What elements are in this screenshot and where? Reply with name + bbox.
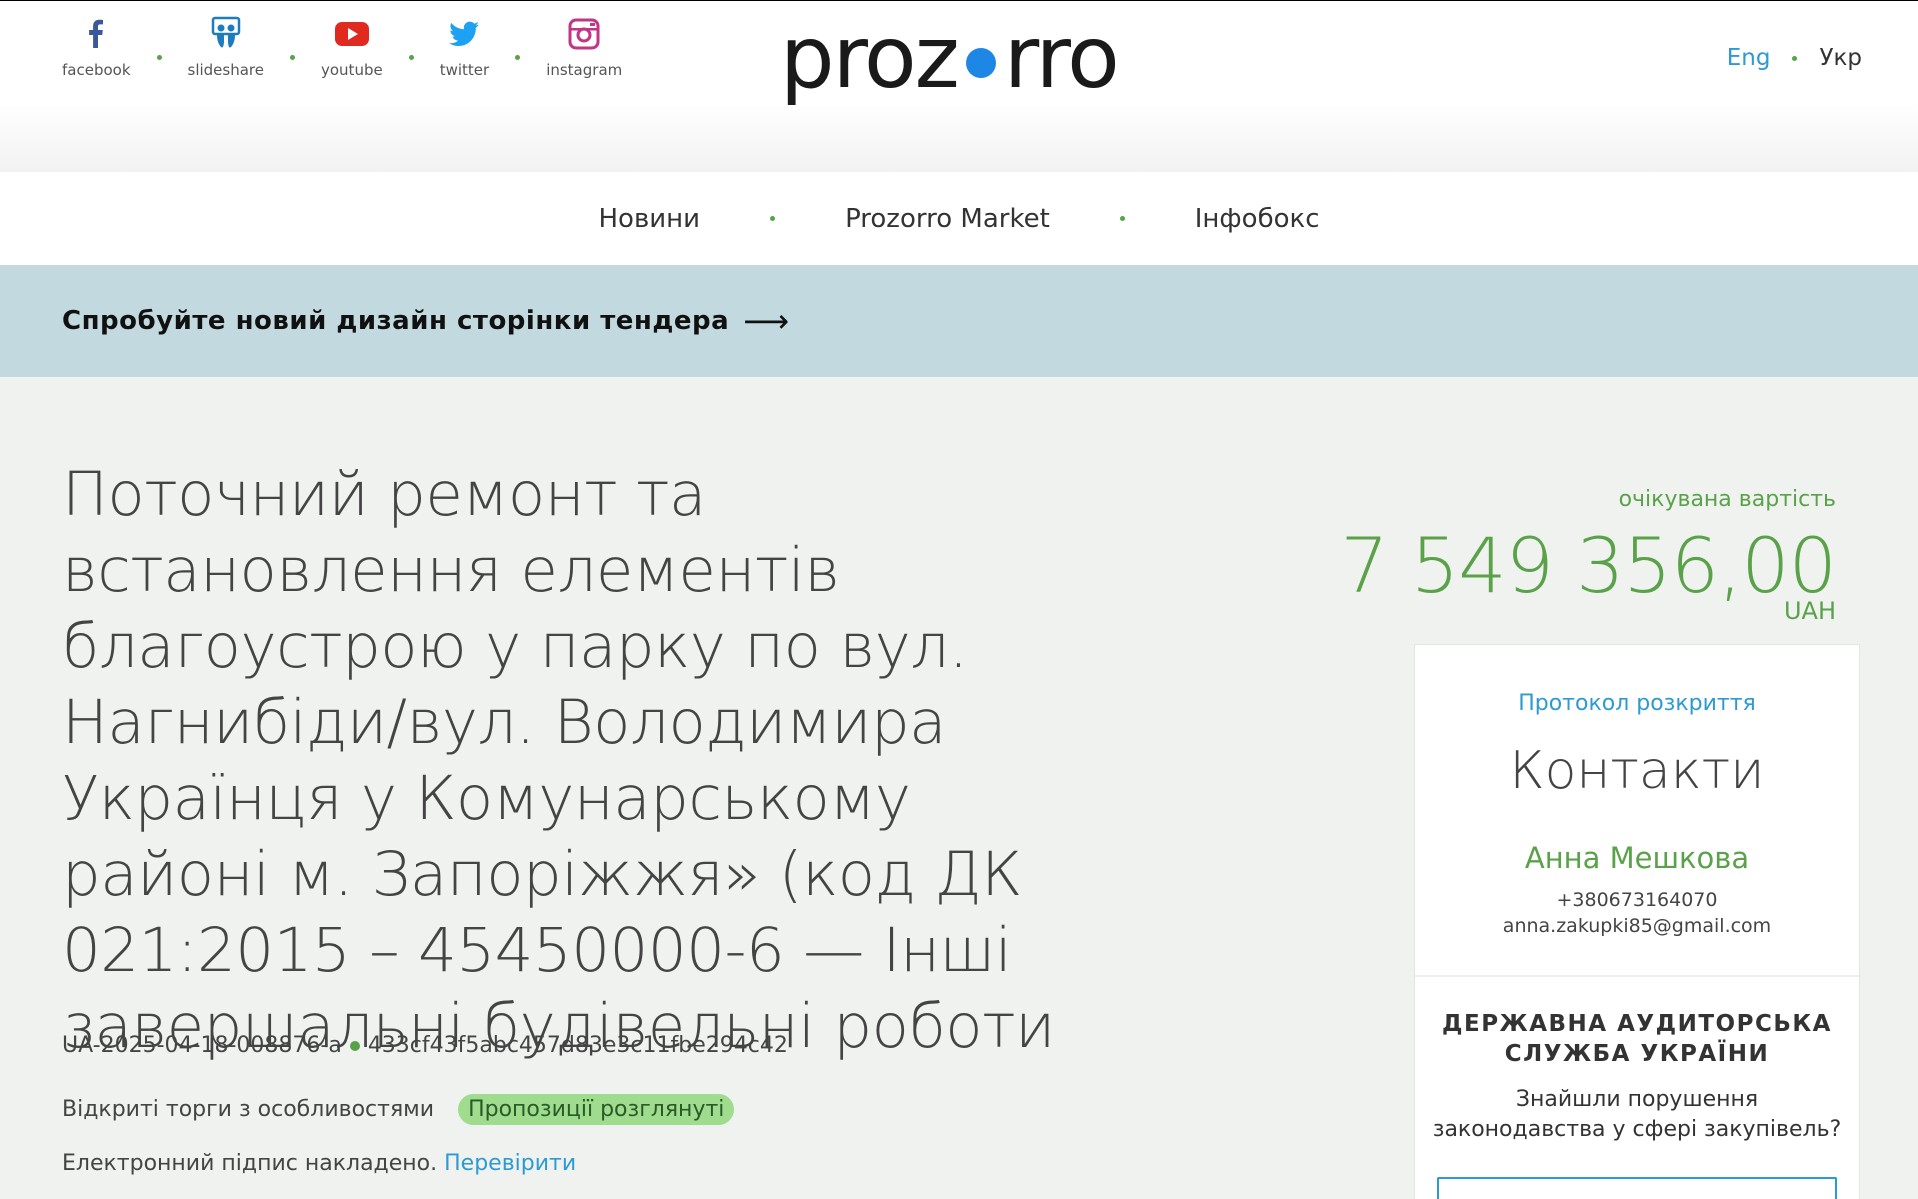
report-violation-button[interactable] [1437,1177,1837,1199]
social-slideshare-link[interactable]: slideshare [188,15,264,79]
slideshare-icon [211,16,240,48]
top-header: facebook slideshare youtube twitter inst… [0,1,1918,172]
separator-dot [770,216,776,221]
audit-title-line: СЛУЖБА УКРАЇНИ [1504,1041,1770,1067]
status-badge: Пропозиції розглянуті [458,1094,735,1125]
arrow-right-icon: ⟶ [743,302,790,340]
nav-item-market[interactable]: Prozorro Market [845,204,1050,234]
separator-dot [515,55,521,60]
separator-dot [408,55,414,60]
social-twitter-link[interactable]: twitter [440,15,489,79]
expected-value-amount: 7 549 356,00 [1340,521,1837,610]
procedure-type: Відкриті торги з особливостями [62,1097,435,1122]
audit-text-line: законодавства у сфері закупівель? [1432,1117,1842,1142]
separator-dot [1792,55,1798,61]
instagram-icon [568,18,600,50]
social-label: facebook [62,61,131,79]
expected-value-currency: UAH [1783,597,1836,625]
social-instagram-link[interactable]: instagram [546,15,622,79]
social-links: facebook slideshare youtube twitter inst… [62,15,622,79]
contact-phone: +380673164070 [1556,889,1718,911]
tender-hash: 433cf43f5abc457d83e3c11fbe294c42 [367,1033,788,1058]
main-nav: Новини Prozorro Market Інфобокс [0,172,1918,265]
social-youtube-link[interactable]: youtube [321,15,383,79]
prozorro-logo[interactable]: proz rro [780,13,1150,103]
expected-value-label: очікувана вартість [1618,487,1836,512]
youtube-icon [334,22,369,46]
facebook-icon [89,19,104,48]
separator-dot [290,55,295,60]
audit-service-text: Знайшли порушення законодавства у сфері … [1415,1085,1859,1145]
contact-email: anna.zakupki85@gmail.com [1502,915,1772,937]
logo-dot [965,48,996,78]
signature-text: Електронний підпис накладено. [62,1151,438,1176]
social-facebook-link[interactable]: facebook [62,15,131,79]
contacts-title: Контакти [1509,741,1765,801]
procedure-row: Відкриті торги з особливостями Пропозиці… [62,1094,735,1125]
verify-signature-link[interactable]: Перевірити [444,1151,576,1176]
separator-dot [349,1040,360,1051]
opening-protocol-link[interactable]: Протокол розкриття [1415,691,1859,716]
tender-title: Поточний ремонт та встановлення елементі… [62,459,1055,1062]
new-design-banner: Спробуйте новий дизайн сторінки тендера … [0,265,1918,377]
audit-service-title: ДЕРЖАВНА АУДИТОРСЬКА СЛУЖБА УКРАЇНИ [1415,1009,1859,1069]
tender-identifiers: UA-2025-04-18-008876-a 433cf43f5abc457d8… [62,1033,788,1058]
social-label: instagram [546,61,623,79]
logo-text-left: proz [780,8,960,108]
lang-eng-link[interactable]: Eng [1727,45,1771,71]
social-label: twitter [439,61,490,79]
audit-title-line: ДЕРЖАВНА АУДИТОРСЬКА [1442,1011,1832,1037]
contacts-card: Протокол розкриття Контакти Анна Мешкова… [1414,644,1860,1199]
tender-id: UA-2025-04-18-008876-a [62,1033,342,1058]
audit-text-line: Знайшли порушення [1515,1087,1759,1112]
separator-dot [1119,216,1125,221]
logo-text-right: rro [1003,8,1120,108]
divider [1415,975,1859,977]
new-design-link[interactable]: Спробуйте новий дизайн сторінки тендера … [62,302,790,340]
social-label: slideshare [187,61,264,79]
nav-item-news[interactable]: Новини [598,204,700,234]
nav-item-infobox[interactable]: Інфобокс [1195,204,1320,234]
signature-row: Електронний підпис накладено. Перевірити [62,1151,576,1176]
contact-name: Анна Мешкова [1524,841,1750,875]
separator-dot [156,55,162,60]
language-switcher: Eng Укр [1727,45,1862,71]
banner-text: Спробуйте новий дизайн сторінки тендера [62,306,730,336]
twitter-icon [449,21,480,46]
social-label: youtube [321,61,383,79]
lang-ukr-link[interactable]: Укр [1819,45,1862,71]
